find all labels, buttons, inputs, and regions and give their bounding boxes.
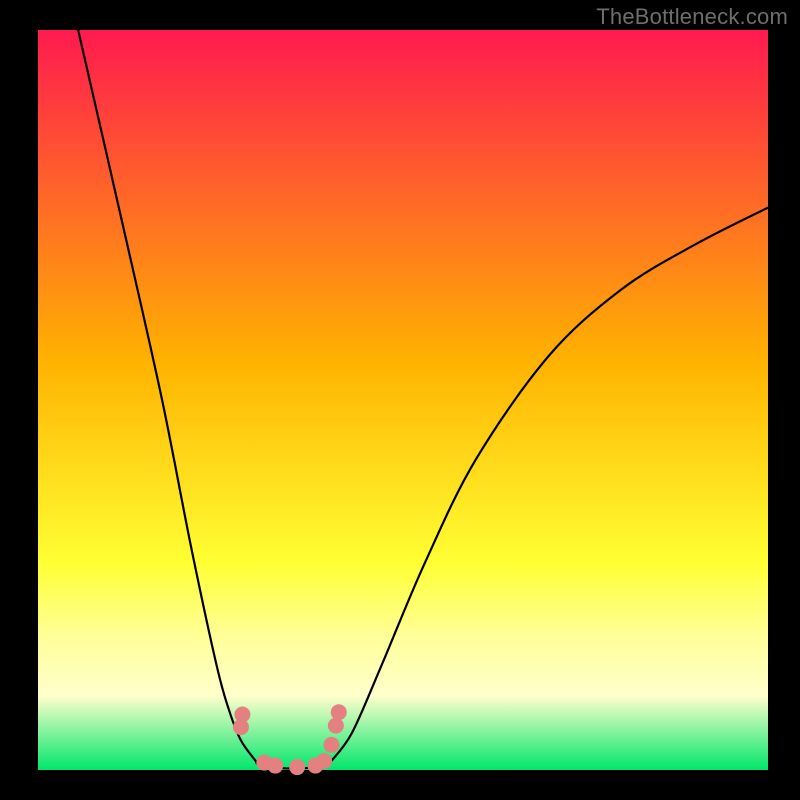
valley-marker bbox=[316, 753, 332, 769]
valley-marker bbox=[234, 707, 250, 723]
valley-marker bbox=[289, 759, 305, 775]
chart-canvas: TheBottleneck.com bbox=[0, 0, 800, 800]
valley-marker bbox=[267, 758, 283, 774]
watermark-text: TheBottleneck.com bbox=[596, 4, 788, 30]
bottleneck-chart bbox=[0, 0, 800, 800]
valley-marker bbox=[323, 737, 339, 753]
valley-marker bbox=[328, 718, 344, 734]
plot-background bbox=[38, 30, 768, 770]
valley-marker bbox=[331, 704, 347, 720]
